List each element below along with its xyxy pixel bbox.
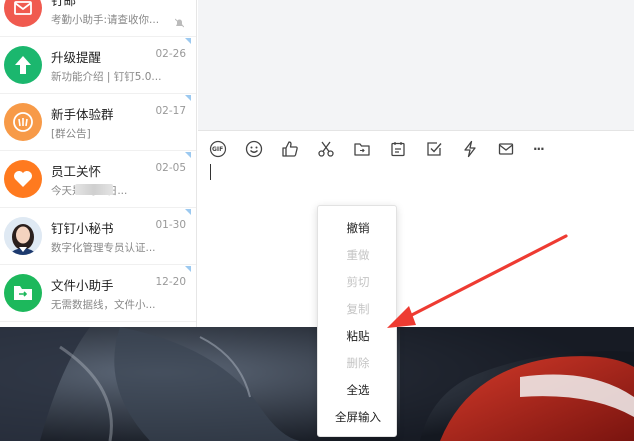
menu-item-cut[interactable]: 剪切 xyxy=(318,269,398,296)
ding-icon xyxy=(464,140,476,158)
context-menu: 撤销 重做 剪切 复制 粘贴 删除 全选 全屏输入 xyxy=(317,205,397,437)
person-photo-avatar xyxy=(4,217,42,255)
menu-item-redo[interactable]: 重做 xyxy=(318,242,398,269)
conversation-preview: [群公告] xyxy=(51,128,91,140)
emoji-button[interactable] xyxy=(245,139,281,159)
conversation-name: 文件小助手 xyxy=(51,278,114,293)
unread-corner xyxy=(185,95,191,101)
checkbox-icon xyxy=(427,142,442,156)
conversation-name: 钉邮 xyxy=(51,0,77,8)
conversation-name: 钉钉小秘书 xyxy=(51,221,114,236)
mail-icon xyxy=(4,0,42,27)
conversation-item-mail[interactable]: 钉邮 05-02 考勤小助手:请查收你... xyxy=(0,0,196,37)
task-button[interactable] xyxy=(425,139,461,159)
message-area xyxy=(198,0,634,131)
unread-corner xyxy=(185,152,191,158)
conversation-preview: 考勤小助手:请查收你... xyxy=(51,14,160,26)
input-toolbar: GIF ··· xyxy=(209,139,569,159)
mail-icon xyxy=(498,143,514,155)
more-icon: ··· xyxy=(533,142,545,156)
conversation-time: 02-05 xyxy=(155,162,186,174)
calendar-icon xyxy=(391,142,405,157)
emoji-icon xyxy=(245,140,263,158)
mail-button[interactable] xyxy=(497,139,533,159)
calendar-button[interactable] xyxy=(389,139,425,159)
conversation-name: 新手体验群 xyxy=(51,107,114,122)
menu-item-copy[interactable]: 复制 xyxy=(318,296,398,323)
message-input-area[interactable]: GIF ··· xyxy=(198,131,634,327)
unread-corner xyxy=(185,266,191,272)
conversation-item-upgrade[interactable]: 升级提醒 02-26 新功能介绍 | 钉钉5.0... xyxy=(0,37,196,94)
menu-item-fullscreen-input[interactable]: 全屏输入 xyxy=(318,404,398,431)
group-icon xyxy=(4,103,42,141)
gif-label: GIF xyxy=(212,146,224,153)
folder-arrow-icon xyxy=(4,274,42,312)
thumbs-up-icon xyxy=(282,141,298,157)
conversation-preview: 新功能介绍 | 钉钉5.0... xyxy=(51,71,162,83)
conversation-time: 01-30 xyxy=(155,219,186,231)
conversation-time: 05-02 xyxy=(155,0,186,3)
conversation-preview: 今天是 的生日... xyxy=(51,185,127,197)
ding-button[interactable] xyxy=(461,139,497,159)
conversation-name: 员工关怀 xyxy=(51,164,102,179)
mute-bell-icon xyxy=(174,13,185,32)
conversation-time: 02-17 xyxy=(155,105,186,117)
conversation-name: 升级提醒 xyxy=(51,50,102,65)
conversation-item-newbie-group[interactable]: 新手体验群 02-17 [群公告] xyxy=(0,94,196,151)
thumbs-up-button[interactable] xyxy=(281,139,317,159)
menu-item-paste[interactable]: 粘贴 xyxy=(318,323,398,350)
menu-item-undo[interactable]: 撤销 xyxy=(318,215,398,242)
conversation-preview: 无需数据线，文件小... xyxy=(51,299,156,311)
menu-item-delete[interactable]: 删除 xyxy=(318,350,398,377)
file-button[interactable] xyxy=(353,139,389,159)
unread-corner xyxy=(185,209,191,215)
conversation-time: 12-20 xyxy=(155,276,186,288)
up-arrow-icon xyxy=(4,46,42,84)
conversation-item-secretary[interactable]: 钉钉小秘书 01-30 数字化管理专员认证... xyxy=(0,208,196,265)
scissors-icon xyxy=(318,141,334,157)
menu-item-select-all[interactable]: 全选 xyxy=(318,377,398,404)
screenshot-button[interactable] xyxy=(317,139,353,159)
text-cursor xyxy=(210,164,211,180)
more-button[interactable]: ··· xyxy=(533,139,569,159)
unread-corner xyxy=(185,38,191,44)
conversation-item-employee-care[interactable]: 员工关怀 02-05 今天是 的生日... xyxy=(0,151,196,208)
gif-button[interactable]: GIF xyxy=(209,139,245,159)
conversation-preview: 数字化管理专员认证... xyxy=(51,242,156,254)
blurred-name xyxy=(75,184,113,195)
conversation-list: 钉邮 05-02 考勤小助手:请查收你... 升级提醒 02-26 新功能介绍 … xyxy=(0,0,197,327)
conversation-time: 02-26 xyxy=(155,48,186,60)
conversation-item-file-helper[interactable]: 文件小助手 12-20 无需数据线，文件小... xyxy=(0,265,196,322)
folder-icon xyxy=(354,143,370,156)
heart-icon xyxy=(4,160,42,198)
